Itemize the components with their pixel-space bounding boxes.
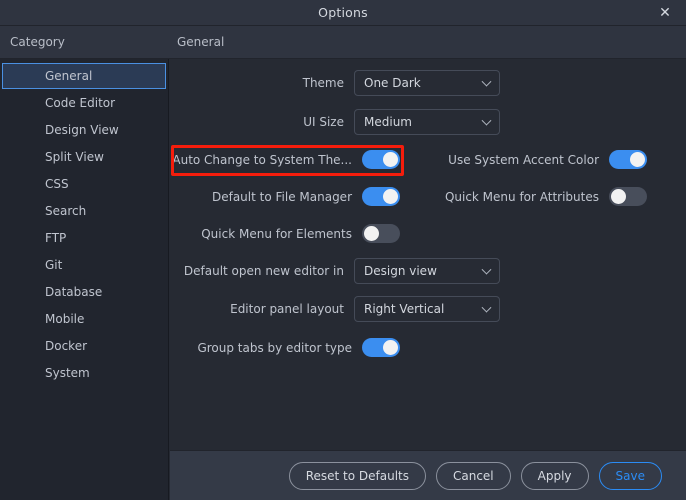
default-open-new-editor-in-select[interactable]: Design view (354, 258, 500, 284)
editor-panel-layout-value: Right Vertical (364, 302, 445, 316)
sidebar-item-search[interactable]: Search (2, 198, 166, 224)
category-sidebar: General Code Editor Design View Split Vi… (0, 59, 169, 500)
toggle-knob (364, 226, 379, 241)
default-to-file-manager-label: Default to File Manager (211, 189, 352, 204)
setting-row-theme: Theme One Dark (170, 70, 500, 96)
ui-size-select-value: Medium (364, 115, 412, 129)
theme-select-value: One Dark (364, 76, 421, 90)
sidebar-item-design-view[interactable]: Design View (2, 117, 166, 143)
sidebar-item-label: FTP (45, 231, 67, 245)
editor-panel-layout-label: Editor panel layout (230, 302, 344, 316)
cancel-button[interactable]: Cancel (435, 461, 511, 490)
sidebar-item-ftp[interactable]: FTP (2, 225, 166, 251)
toggle-knob (630, 152, 645, 167)
use-system-accent-color-label: Use System Accent Color (448, 152, 599, 167)
default-to-file-manager-toggle[interactable] (362, 187, 400, 206)
auto-change-system-theme-toggle[interactable] (362, 150, 400, 169)
chevron-down-icon (481, 264, 492, 275)
sidebar-item-label: CSS (45, 177, 69, 191)
sidebar-item-mobile[interactable]: Mobile (2, 306, 166, 332)
default-open-new-editor-in-value: Design view (364, 264, 437, 278)
setting-row-editor-panel-layout: Editor panel layout Right Vertical (170, 296, 500, 322)
group-tabs-by-editor-type-label: Group tabs by editor type (197, 340, 352, 355)
sidebar-item-label: Design View (45, 123, 119, 137)
reset-to-defaults-button[interactable]: Reset to Defaults (288, 461, 426, 490)
chevron-down-icon (481, 115, 492, 126)
sidebar-item-label: Split View (45, 150, 104, 164)
general-settings-panel: Theme One Dark UI Size Medium Auto Chang… (170, 59, 686, 450)
sidebar-item-git[interactable]: Git (2, 252, 166, 278)
editor-panel-layout-select[interactable]: Right Vertical (354, 296, 500, 322)
setting-row-default-to-file-manager: Default to File Manager (170, 187, 400, 206)
sidebar-item-label: Git (45, 258, 63, 272)
save-button[interactable]: Save (598, 461, 662, 490)
quick-menu-for-elements-toggle[interactable] (362, 224, 400, 243)
setting-row-default-open-new-editor-in: Default open new editor in Design view (170, 258, 500, 284)
category-column-header: Category (10, 35, 65, 49)
sidebar-item-label: System (45, 366, 90, 380)
sidebar-item-docker[interactable]: Docker (2, 333, 166, 359)
toggle-knob (383, 152, 398, 167)
ui-size-select[interactable]: Medium (354, 109, 500, 135)
sidebar-item-code-editor[interactable]: Code Editor (2, 90, 166, 116)
sidebar-item-general[interactable]: General (2, 63, 166, 89)
setting-row-group-tabs-by-editor-type: Group tabs by editor type (170, 338, 400, 357)
dialog-footer: Reset to Defaults Cancel Apply Save (170, 450, 686, 500)
sidebar-item-label: Database (45, 285, 103, 299)
toggle-knob (611, 189, 626, 204)
use-system-accent-color-toggle[interactable] (609, 150, 647, 169)
window-title: Options (318, 5, 368, 20)
sidebar-item-label: Mobile (45, 312, 85, 326)
default-open-new-editor-in-label: Default open new editor in (183, 264, 344, 278)
setting-row-quick-menu-for-elements: Quick Menu for Elements (170, 224, 400, 243)
sidebar-item-css[interactable]: CSS (2, 171, 166, 197)
quick-menu-for-attributes-toggle[interactable] (609, 187, 647, 206)
chevron-down-icon (481, 76, 492, 87)
sidebar-item-label: General (45, 69, 93, 83)
close-icon[interactable]: ✕ (650, 0, 680, 25)
chevron-down-icon (481, 302, 492, 313)
sidebar-item-system[interactable]: System (2, 360, 166, 386)
sidebar-item-database[interactable]: Database (2, 279, 166, 305)
section-column-header: General (177, 35, 225, 49)
setting-row-quick-menu-for-attributes: Quick Menu for Attributes (415, 187, 647, 206)
sidebar-item-label: Docker (45, 339, 88, 353)
apply-button[interactable]: Apply (520, 461, 589, 490)
setting-row-auto-change-system-theme: Auto Change to System The... (170, 150, 400, 169)
toggle-knob (383, 340, 398, 355)
window-titlebar: Options ✕ (0, 0, 686, 26)
theme-select[interactable]: One Dark (354, 70, 500, 96)
column-header-row: Category General (0, 26, 686, 59)
toggle-knob (383, 189, 398, 204)
auto-change-system-theme-label: Auto Change to System The... (172, 152, 352, 167)
sidebar-item-split-view[interactable]: Split View (2, 144, 166, 170)
theme-label: Theme (302, 76, 344, 90)
setting-row-ui-size: UI Size Medium (170, 109, 500, 135)
sidebar-item-label: Code Editor (45, 96, 116, 110)
quick-menu-for-attributes-label: Quick Menu for Attributes (444, 189, 599, 204)
sidebar-item-label: Search (45, 204, 87, 218)
group-tabs-by-editor-type-toggle[interactable] (362, 338, 400, 357)
ui-size-label: UI Size (303, 115, 344, 129)
quick-menu-for-elements-label: Quick Menu for Elements (201, 226, 352, 241)
setting-row-use-system-accent-color: Use System Accent Color (415, 150, 647, 169)
